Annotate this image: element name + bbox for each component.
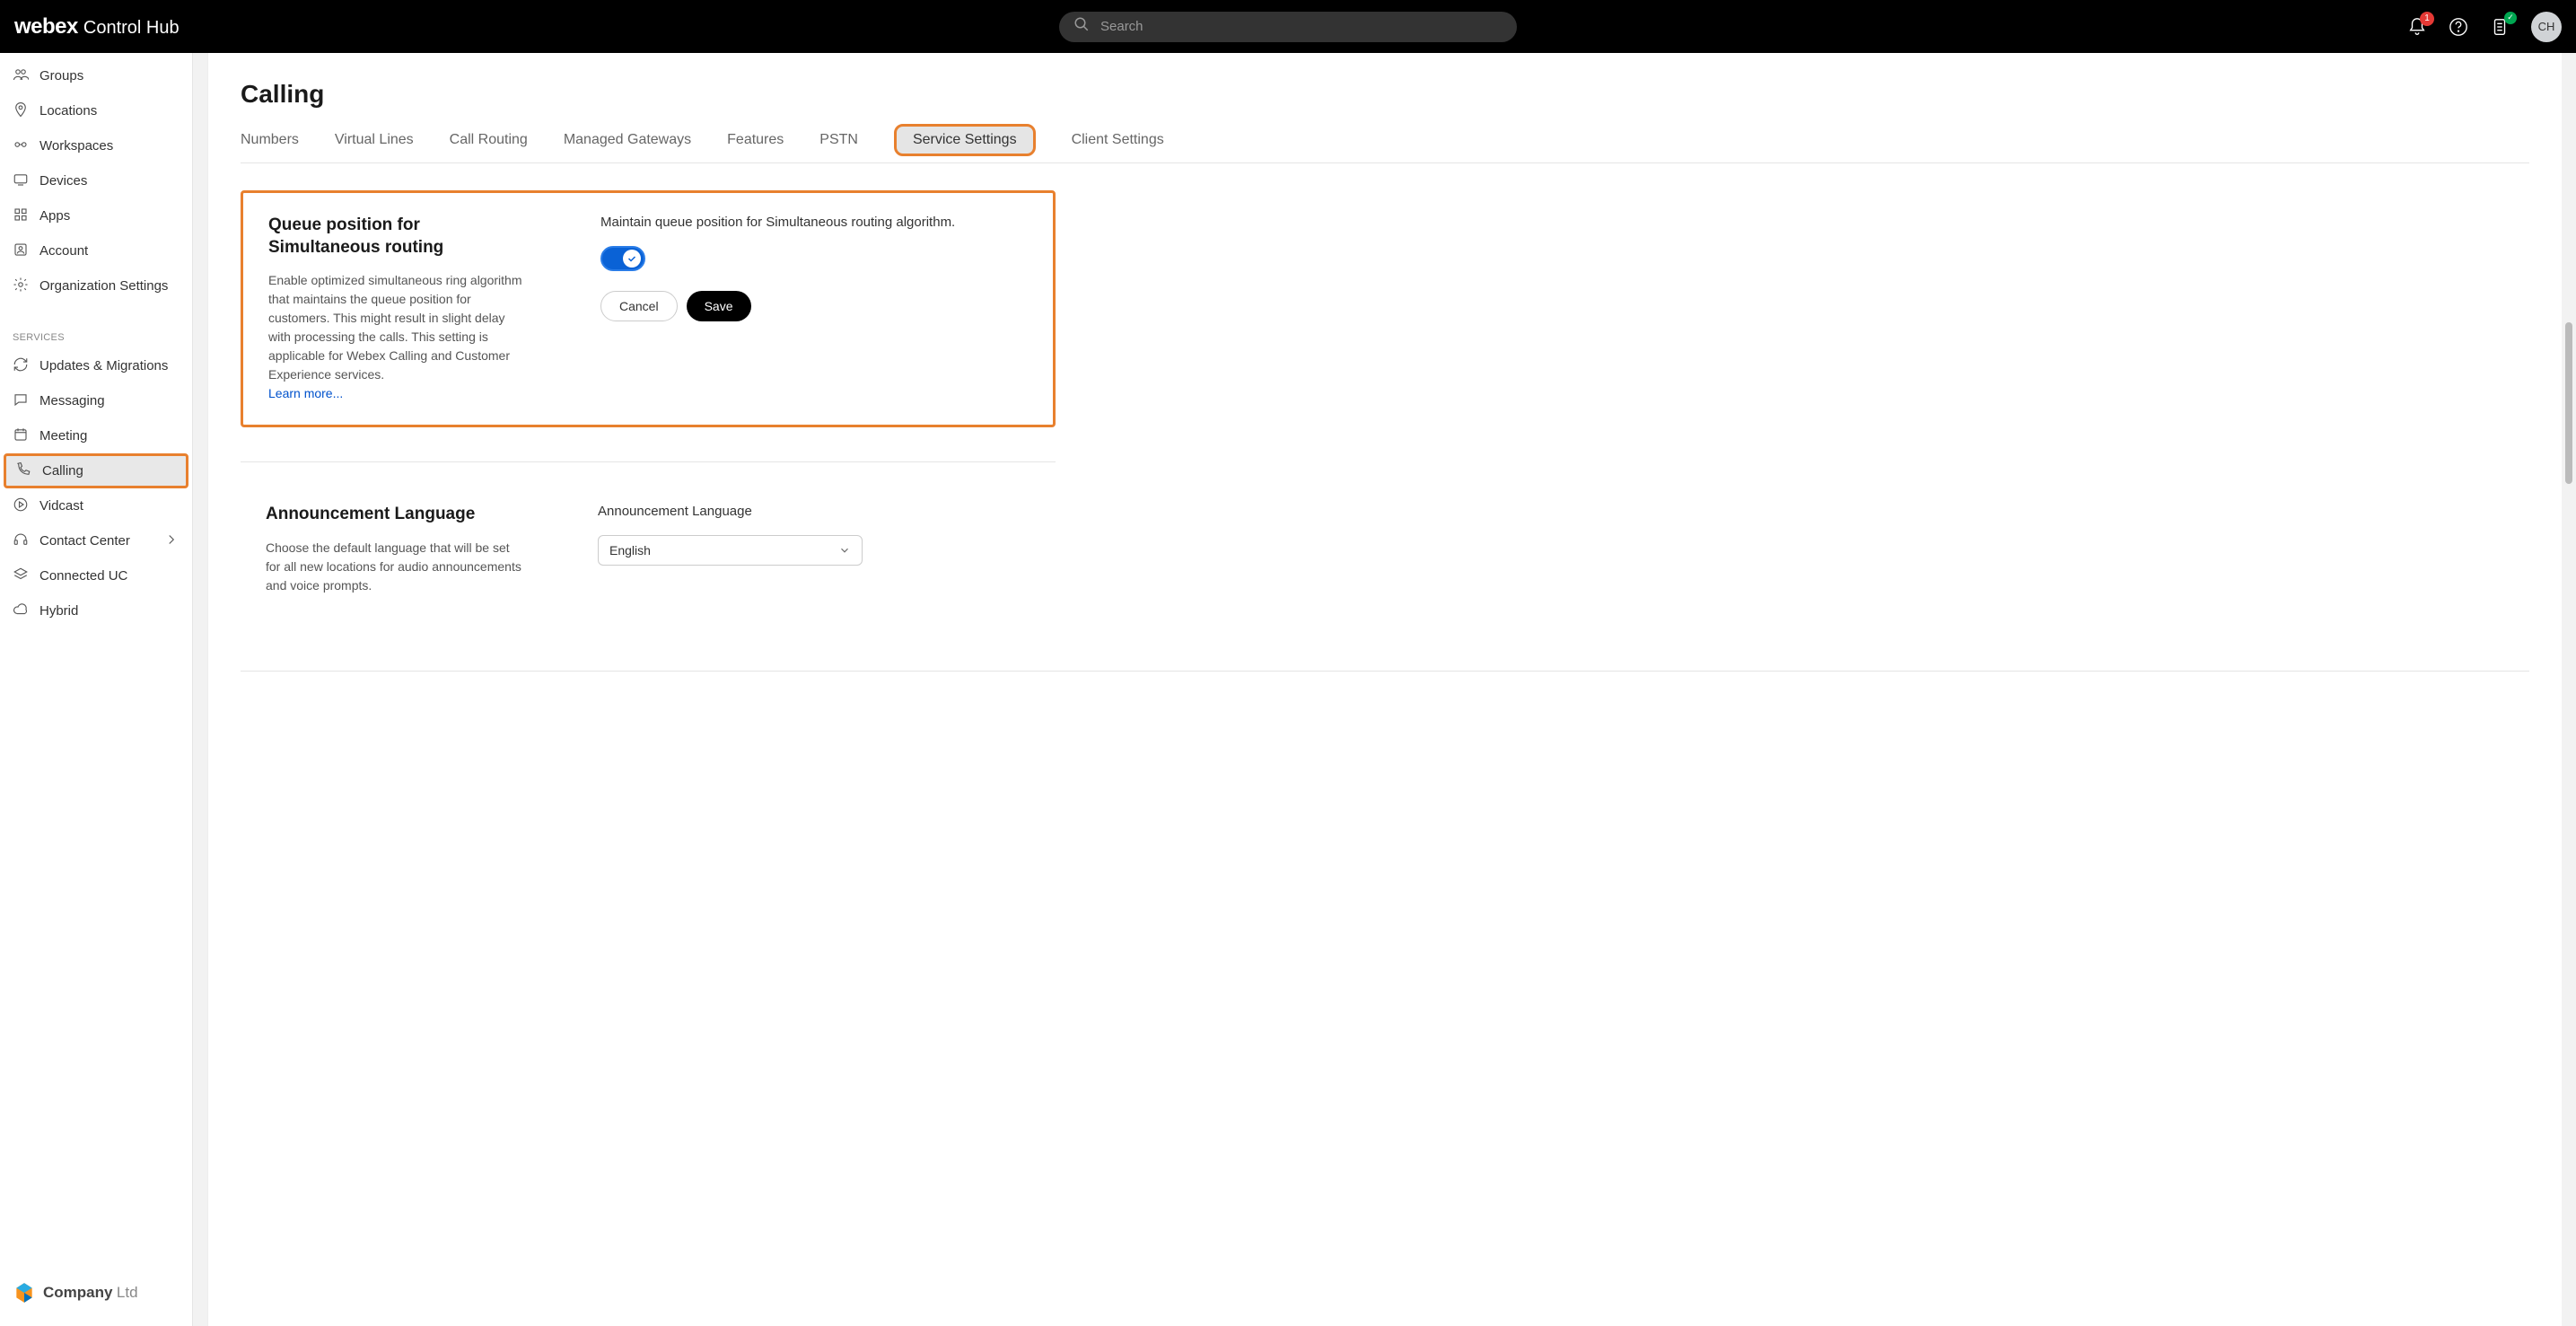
- sidebar-item-label: Organization Settings: [39, 278, 168, 294]
- sidebar-item-label: Account: [39, 243, 88, 259]
- sidebar-item-label: Updates & Migrations: [39, 358, 168, 373]
- search-icon: [1073, 16, 1090, 37]
- sidebar-item-devices[interactable]: Devices: [0, 163, 192, 198]
- sidebar-item-label: Locations: [39, 103, 97, 119]
- scrollbar[interactable]: [2562, 53, 2576, 1326]
- tab-features[interactable]: Features: [727, 132, 784, 148]
- sidebar-item-calling[interactable]: Calling: [4, 453, 188, 488]
- learn-more-link[interactable]: Learn more...: [268, 386, 343, 400]
- language-select[interactable]: English: [598, 535, 863, 566]
- pin-icon: [13, 101, 29, 121]
- sidebar-item-label: Calling: [42, 463, 83, 479]
- sidebar-item-connecteduc[interactable]: Connected UC: [0, 558, 192, 593]
- users-icon: [13, 66, 29, 86]
- tab-pstn[interactable]: PSTN: [819, 132, 858, 148]
- queue-card-description-text: Enable optimized simultaneous ring algor…: [268, 273, 521, 382]
- workspace-icon: [13, 136, 29, 156]
- account-icon: [13, 241, 29, 261]
- tab-virtuallines[interactable]: Virtual Lines: [335, 132, 414, 148]
- sidebar-item-label: Groups: [39, 68, 83, 83]
- queue-card-description: Enable optimized simultaneous ring algor…: [268, 271, 529, 403]
- tab-clientsettings[interactable]: Client Settings: [1072, 132, 1164, 148]
- calendar-icon: [13, 426, 29, 446]
- grid-icon: [13, 206, 29, 226]
- lang-card-description: Choose the default language that will be…: [266, 539, 526, 595]
- cancel-button[interactable]: Cancel: [600, 291, 678, 321]
- company-logo: Company Ltd: [0, 1260, 192, 1326]
- sidebar-item-workspaces[interactable]: Workspaces: [0, 128, 192, 163]
- tab-servicesettings[interactable]: Service Settings: [894, 124, 1036, 156]
- tasks-badge: ✓: [2504, 12, 2517, 24]
- sidebar-item-locations[interactable]: Locations: [0, 93, 192, 128]
- cloud-icon: [13, 602, 29, 621]
- sidebar-item-label: Hybrid: [39, 603, 78, 619]
- main-content: Calling Numbers Virtual Lines Call Routing…: [207, 53, 2562, 1326]
- message-icon: [13, 391, 29, 411]
- check-icon: [626, 253, 637, 264]
- page-title: Calling: [241, 80, 2529, 109]
- logo-sub: Control Hub: [83, 18, 180, 39]
- queue-card-title: Queue position for Simultaneous routing: [268, 215, 529, 259]
- company-mark-icon: [13, 1281, 36, 1304]
- sidebar-item-apps[interactable]: Apps: [0, 198, 192, 233]
- sidebar-item-orgsettings[interactable]: Organization Settings: [0, 268, 192, 303]
- headset-icon: [13, 531, 29, 551]
- sidebar-item-meeting[interactable]: Meeting: [0, 418, 192, 453]
- refresh-icon: [13, 356, 29, 376]
- gear-icon: [13, 277, 29, 296]
- tab-callrouting[interactable]: Call Routing: [450, 132, 528, 148]
- chevron-right-icon: [163, 531, 180, 551]
- sidebar-item-hybrid[interactable]: Hybrid: [0, 593, 192, 628]
- sidebar-item-account[interactable]: Account: [0, 233, 192, 268]
- search-input[interactable]: [1100, 19, 1503, 34]
- play-icon: [13, 496, 29, 516]
- lang-card-title: Announcement Language: [266, 504, 526, 526]
- queue-position-card: Queue position for Simultaneous routing …: [241, 190, 1056, 427]
- lang-select-label: Announcement Language: [598, 504, 1030, 519]
- sidebar-item-label: Connected UC: [39, 568, 127, 584]
- search-container[interactable]: [1059, 12, 1517, 42]
- tasks-button[interactable]: ✓: [2490, 17, 2510, 37]
- sidebar-item-label: Vidcast: [39, 498, 83, 514]
- stack-icon: [13, 566, 29, 586]
- save-button[interactable]: Save: [687, 291, 751, 321]
- toggle-knob: [623, 250, 641, 268]
- sidebar-section-services: SERVICES: [0, 316, 192, 348]
- sidebar-item-label: Apps: [39, 208, 70, 224]
- sidebar-item-label: Messaging: [39, 393, 105, 408]
- sidebar: Groups Locations Workspaces Devices Apps Acco…: [0, 53, 193, 1326]
- sidebar-item-contactcenter[interactable]: Contact Center: [0, 523, 192, 558]
- notifications-button[interactable]: 1: [2407, 17, 2427, 37]
- sidebar-item-label: Devices: [39, 173, 87, 189]
- sidebar-item-groups[interactable]: Groups: [0, 58, 192, 93]
- logo-main: webex: [14, 14, 78, 40]
- sidebar-item-label: Meeting: [39, 428, 87, 443]
- tabs: Numbers Virtual Lines Call Routing Managed …: [241, 132, 2529, 163]
- sidebar-item-vidcast[interactable]: Vidcast: [0, 488, 192, 523]
- logo: webex Control Hub: [14, 14, 180, 40]
- sidebar-item-messaging[interactable]: Messaging: [0, 383, 192, 418]
- scrollbar-thumb[interactable]: [2565, 322, 2572, 484]
- app-header: webex Control Hub 1 ✓ CH: [0, 0, 2576, 53]
- chevron-down-icon: [838, 544, 851, 557]
- notification-badge: 1: [2420, 12, 2434, 26]
- company-name: Company: [43, 1284, 112, 1301]
- company-suffix: Ltd: [117, 1284, 138, 1301]
- help-button[interactable]: [2449, 17, 2468, 37]
- announcement-language-card: Announcement Language Choose the default…: [241, 461, 1056, 617]
- sidebar-item-label: Contact Center: [39, 533, 130, 549]
- tab-numbers[interactable]: Numbers: [241, 132, 299, 148]
- header-actions: 1 ✓ CH: [2407, 12, 2562, 42]
- tab-gateways[interactable]: Managed Gateways: [564, 132, 691, 148]
- sidebar-item-label: Workspaces: [39, 138, 113, 154]
- queue-toggle-label: Maintain queue position for Simultaneous…: [600, 215, 1028, 230]
- language-select-value: English: [609, 543, 651, 558]
- queue-toggle[interactable]: [600, 246, 645, 271]
- avatar[interactable]: CH: [2531, 12, 2562, 42]
- phone-icon: [15, 461, 31, 481]
- device-icon: [13, 171, 29, 191]
- divider: [241, 671, 2529, 672]
- sidebar-item-updates[interactable]: Updates & Migrations: [0, 348, 192, 383]
